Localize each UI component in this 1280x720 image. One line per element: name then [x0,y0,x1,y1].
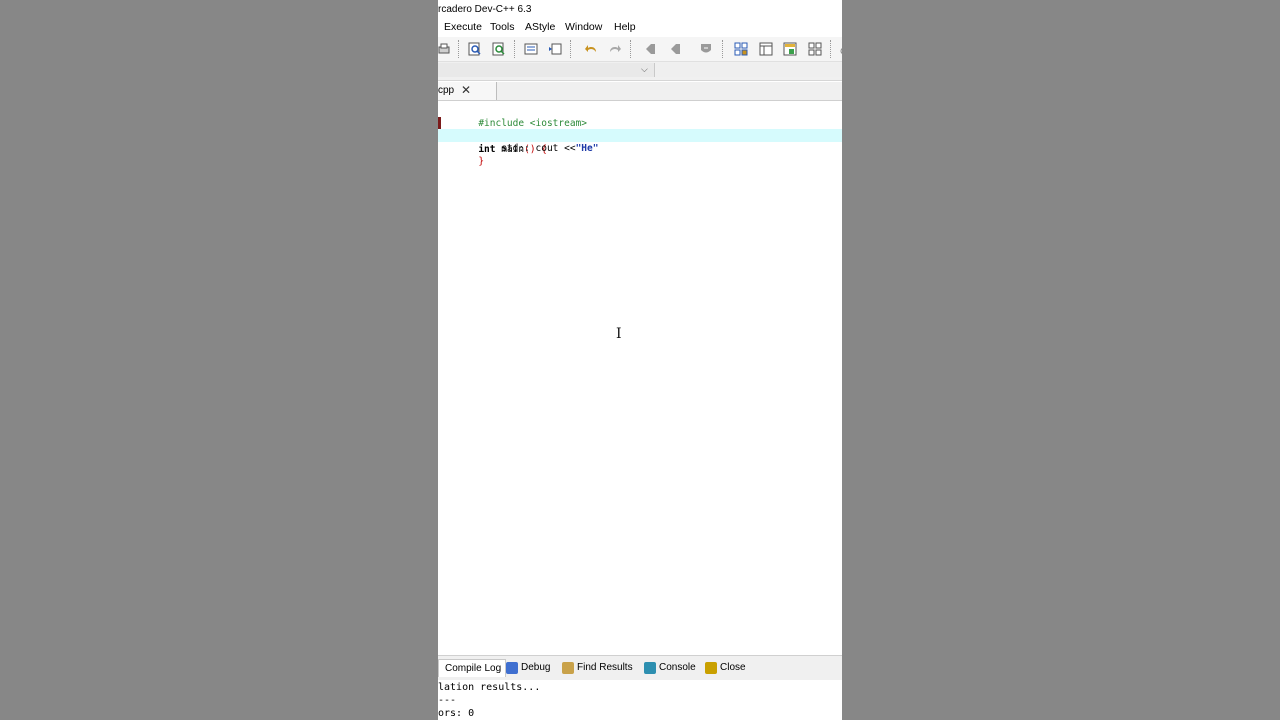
tab-close[interactable]: Close [705,659,746,676]
tab-debug[interactable]: Debug [506,659,550,676]
class-combo-bar: ⌵ [438,62,842,81]
code-line-4: } [438,142,842,167]
print-icon[interactable] [438,41,452,57]
tab-label: Find Results [577,662,633,673]
tab-label: Debug [521,662,551,673]
toolbar-separator [830,40,832,58]
text-cursor-icon: I [616,326,622,342]
close-icon[interactable]: ✕ [461,83,471,97]
find-icon[interactable] [467,41,483,57]
menu-bar: Execute Tools AStyle Window Help [438,19,842,37]
closing-brace: } [478,156,485,167]
title-bar: rcadero Dev-C++ 6.3 [438,0,842,19]
editor-tab-strip: cpp ✕ [438,82,842,101]
tab-label: Close [720,662,746,673]
menu-window[interactable]: Window [565,21,602,33]
project-view-icon[interactable] [758,41,774,57]
menu-astyle[interactable]: AStyle [525,21,555,33]
prev-bookmark-icon[interactable] [642,41,658,57]
compile-log-output: lation results... --- ors: 0 [438,680,842,720]
output-line: ors: 0 [438,708,475,719]
new-class-icon[interactable] [733,41,749,57]
save-close-icon [705,661,717,674]
menu-help[interactable]: Help [614,21,636,33]
toolbar-separator [458,40,460,58]
indent-icon[interactable] [547,41,563,57]
tab-console[interactable]: Console [644,659,696,676]
replace-icon[interactable] [491,41,507,57]
tab-compile-log[interactable]: Compile Log [438,659,507,677]
toggle-comment-icon[interactable] [523,41,539,57]
toolbar-separator [630,40,632,58]
window-title: rcadero Dev-C++ 6.3 [438,4,532,15]
code-editor[interactable]: #include <iostream> int main() { std:: c… [438,101,842,655]
toolbar-separator [722,40,724,58]
toolbar [438,37,842,62]
more-icon[interactable] [834,41,842,57]
console-icon [644,661,656,674]
tab-label: Console [659,662,696,673]
editor-tab-label: cpp [438,85,455,96]
menu-tools[interactable]: Tools [490,21,515,33]
output-line: lation results... [438,682,541,693]
next-bookmark-icon[interactable] [667,41,683,57]
ide-window: rcadero Dev-C++ 6.3 Execute Tools AStyle… [438,0,842,720]
class-select[interactable]: ⌵ [438,63,655,77]
menu-execute[interactable]: Execute [444,21,482,33]
bookmark-icon[interactable] [698,41,714,57]
find-results-icon [562,661,574,674]
class-browser-icon[interactable] [782,41,798,57]
code-line-3-active: std:: cout <<"He" [438,129,842,154]
editor-tab-file[interactable]: cpp ✕ [438,82,497,100]
chevron-down-icon[interactable]: ⌵ [641,64,648,75]
layout-icon[interactable] [807,41,823,57]
output-line: --- [438,695,457,706]
tab-find-results[interactable]: Find Results [562,659,633,676]
undo-icon[interactable] [583,41,599,57]
code-line-1: #include <iostream> [438,104,842,129]
redo-icon[interactable] [607,41,623,57]
debug-icon [506,661,518,674]
bottom-tabs: Compile Log Debug Find Results Console C… [438,655,842,681]
tab-label: Compile Log [445,663,502,674]
toolbar-separator [514,40,516,58]
toolbar-separator [570,40,572,58]
function-select[interactable] [656,63,842,77]
